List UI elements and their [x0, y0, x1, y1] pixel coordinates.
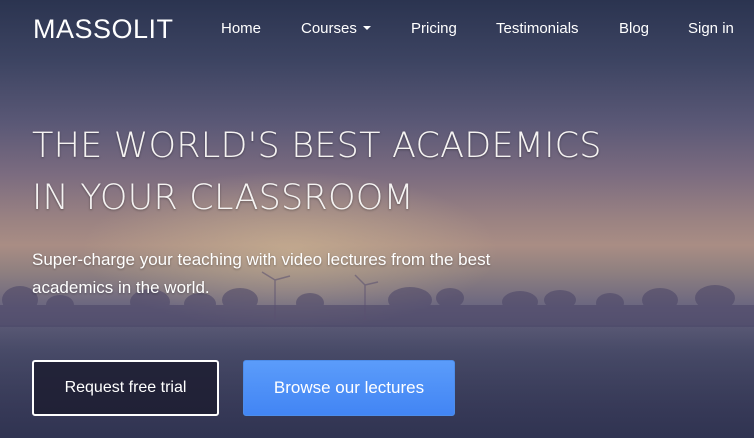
- caret-down-icon: [362, 26, 371, 31]
- nav-blog-label: Blog: [619, 20, 650, 37]
- navbar: MASSOLIT Home Courses Pricing Testimonia…: [0, 0, 754, 60]
- nav-home[interactable]: Home: [221, 20, 261, 37]
- nav-pricing[interactable]: Pricing: [411, 20, 457, 37]
- nav-home-label: Home: [221, 20, 262, 37]
- browse-lectures-label: Browse our lectures: [273, 378, 425, 397]
- browse-lectures-button[interactable]: Browse our lectures: [243, 360, 455, 416]
- nav-testimonials-label: Testimonials: [496, 20, 579, 37]
- nav-courses-label: Courses: [301, 20, 357, 37]
- hero-headline-line2: IN YOUR CLASSROOM: [32, 178, 414, 218]
- nav-signin-label: Sign in: [688, 20, 734, 37]
- request-free-trial-label: Request free trial: [64, 379, 187, 396]
- nav-signin[interactable]: Sign in: [688, 20, 734, 37]
- hero-headline-line1: THE WORLD'S BEST ACADEMICS: [32, 126, 602, 166]
- nav-testimonials[interactable]: Testimonials: [496, 20, 579, 37]
- nav-courses[interactable]: Courses: [301, 20, 371, 37]
- nav-pricing-label: Pricing: [411, 20, 457, 37]
- hero-headline: THE WORLD'S BEST ACADEMICS IN YOUR CLASS…: [32, 120, 602, 224]
- nav-blog[interactable]: Blog: [619, 20, 649, 37]
- brand-logo[interactable]: MASSOLIT: [33, 14, 174, 45]
- hero-subhead: Super-charge your teaching with video le…: [32, 250, 491, 297]
- request-free-trial-button[interactable]: Request free trial: [32, 360, 219, 416]
